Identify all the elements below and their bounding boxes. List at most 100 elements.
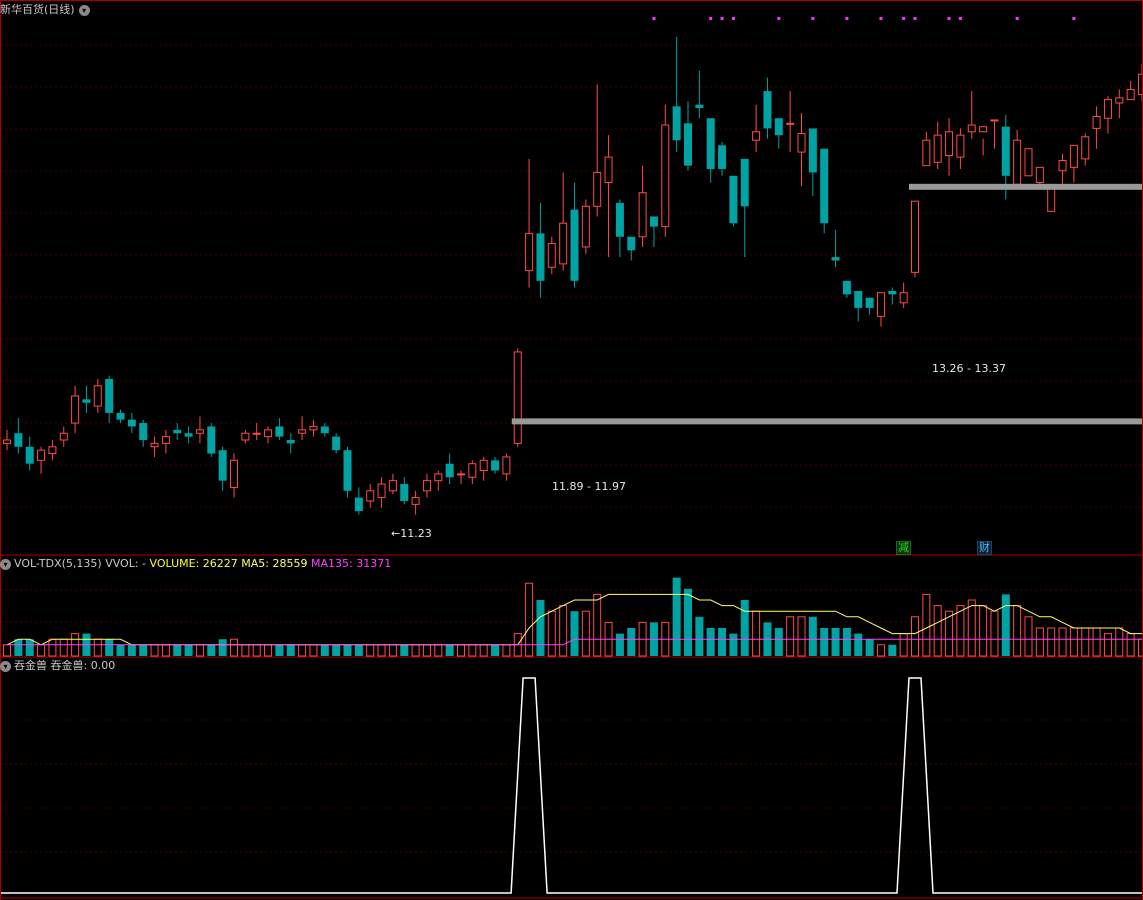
candle-body [899, 292, 908, 304]
indicator-line [0, 677, 1143, 894]
candle-body [48, 446, 57, 455]
candle-body [184, 433, 193, 437]
candle-body [173, 429, 182, 434]
candle-body [354, 497, 363, 512]
indicator-value: 吞金兽: 0.00 [50, 659, 116, 672]
volume-bar [161, 644, 170, 657]
price-candles [3, 36, 1143, 515]
volume-bar [150, 644, 159, 657]
volume-bar [718, 628, 727, 656]
candle-body [320, 426, 329, 434]
volume-bar [876, 644, 885, 657]
volume-bar [37, 644, 46, 657]
volume-bar [207, 644, 216, 656]
volume-bar [1126, 633, 1135, 657]
volume-label: VOLUME: 26227 [149, 557, 238, 570]
chevron-down-icon[interactable]: ▾ [0, 558, 11, 570]
candle-body [298, 429, 307, 434]
volume-bar [797, 616, 806, 657]
candle-body [536, 233, 545, 281]
volume-bar [1069, 627, 1078, 657]
volume-bar [59, 638, 68, 657]
chevron-down-icon[interactable]: ▾ [78, 4, 90, 16]
volume-bar [979, 605, 988, 657]
volume-bar [570, 611, 579, 656]
candle-body [933, 134, 942, 163]
candle-body [1126, 88, 1135, 101]
candle-body [638, 192, 647, 238]
volume-bar [536, 600, 545, 656]
volume-bar [922, 593, 931, 657]
candle-body [343, 450, 352, 491]
candle-body [1092, 116, 1101, 129]
signal-tag-blue[interactable]: 财 [977, 541, 992, 555]
candle-body [93, 385, 102, 407]
volume-bar [343, 644, 352, 656]
volume-bar [116, 644, 125, 656]
ma5-label: MA5: 28559 [241, 557, 308, 570]
candle-body [59, 432, 68, 441]
signal-dot [652, 17, 656, 20]
chevron-down-icon[interactable]: ▾ [0, 660, 11, 672]
candle-body [3, 439, 11, 444]
indicator-header: ▾ 吞金兽 吞金兽: 0.00 [0, 658, 115, 674]
signal-tag-green[interactable]: 减 [896, 541, 911, 555]
volume-bar [695, 616, 704, 656]
candle-body [672, 106, 681, 141]
signal-dot [731, 17, 735, 20]
volume-bar [332, 644, 341, 656]
volume-bar [842, 628, 851, 656]
candle-body [570, 209, 579, 281]
volume-bar [502, 644, 511, 657]
candle-body [411, 497, 420, 505]
volume-bar [581, 610, 590, 657]
candle-body [366, 490, 375, 502]
candle-body [400, 484, 409, 501]
candle-body [513, 351, 522, 444]
candle-body [945, 131, 954, 156]
volume-bar [354, 644, 363, 656]
volume-bar [729, 633, 738, 656]
zone-label-1: 11.89 - 11.97 [552, 480, 626, 493]
indicator-line [0, 677, 1143, 894]
candle-body [865, 297, 874, 308]
candle-body [979, 126, 988, 133]
volume-bar [366, 644, 375, 657]
signal-dot [879, 17, 883, 20]
candle-body [479, 459, 488, 471]
volume-bar [1024, 616, 1033, 657]
volume-bar [831, 628, 840, 656]
candle-body [230, 459, 238, 488]
candle-body [332, 436, 341, 451]
candle-body [116, 412, 125, 420]
candle-body [547, 243, 556, 268]
volume-bar [956, 605, 965, 657]
volume-bar [230, 638, 238, 657]
signal-dot [709, 17, 713, 20]
vol-indicator-name: VOL-TDX(5,135) [14, 557, 102, 570]
signal-dot [913, 17, 917, 20]
volume-header: ▾ VOL-TDX(5,135) VVOL: - VOLUME: 26227 MA… [0, 556, 391, 572]
volume-bar [706, 628, 715, 656]
candle-body [457, 473, 465, 476]
candle-body [218, 450, 227, 481]
volume-bar [309, 644, 318, 657]
volume-bar [1081, 627, 1090, 657]
stock-title: 新华百货(日线) [0, 3, 75, 16]
candle-body [150, 442, 159, 448]
signal-dot [777, 17, 781, 20]
volume-bar [627, 628, 636, 656]
candle-body [286, 440, 295, 444]
volume-bar [865, 639, 874, 656]
candle-body [1058, 160, 1067, 172]
volume-bar [808, 616, 817, 656]
chart-area[interactable] [0, 0, 1143, 900]
candle-body [786, 122, 795, 125]
candle-body [161, 436, 170, 444]
candle-body [445, 463, 454, 478]
candle-body [604, 156, 613, 184]
volume-bar [559, 605, 568, 657]
signal-dot [1072, 17, 1076, 20]
volume-bar [888, 644, 897, 656]
zone-label-2: 13.26 - 13.37 [932, 362, 1006, 375]
